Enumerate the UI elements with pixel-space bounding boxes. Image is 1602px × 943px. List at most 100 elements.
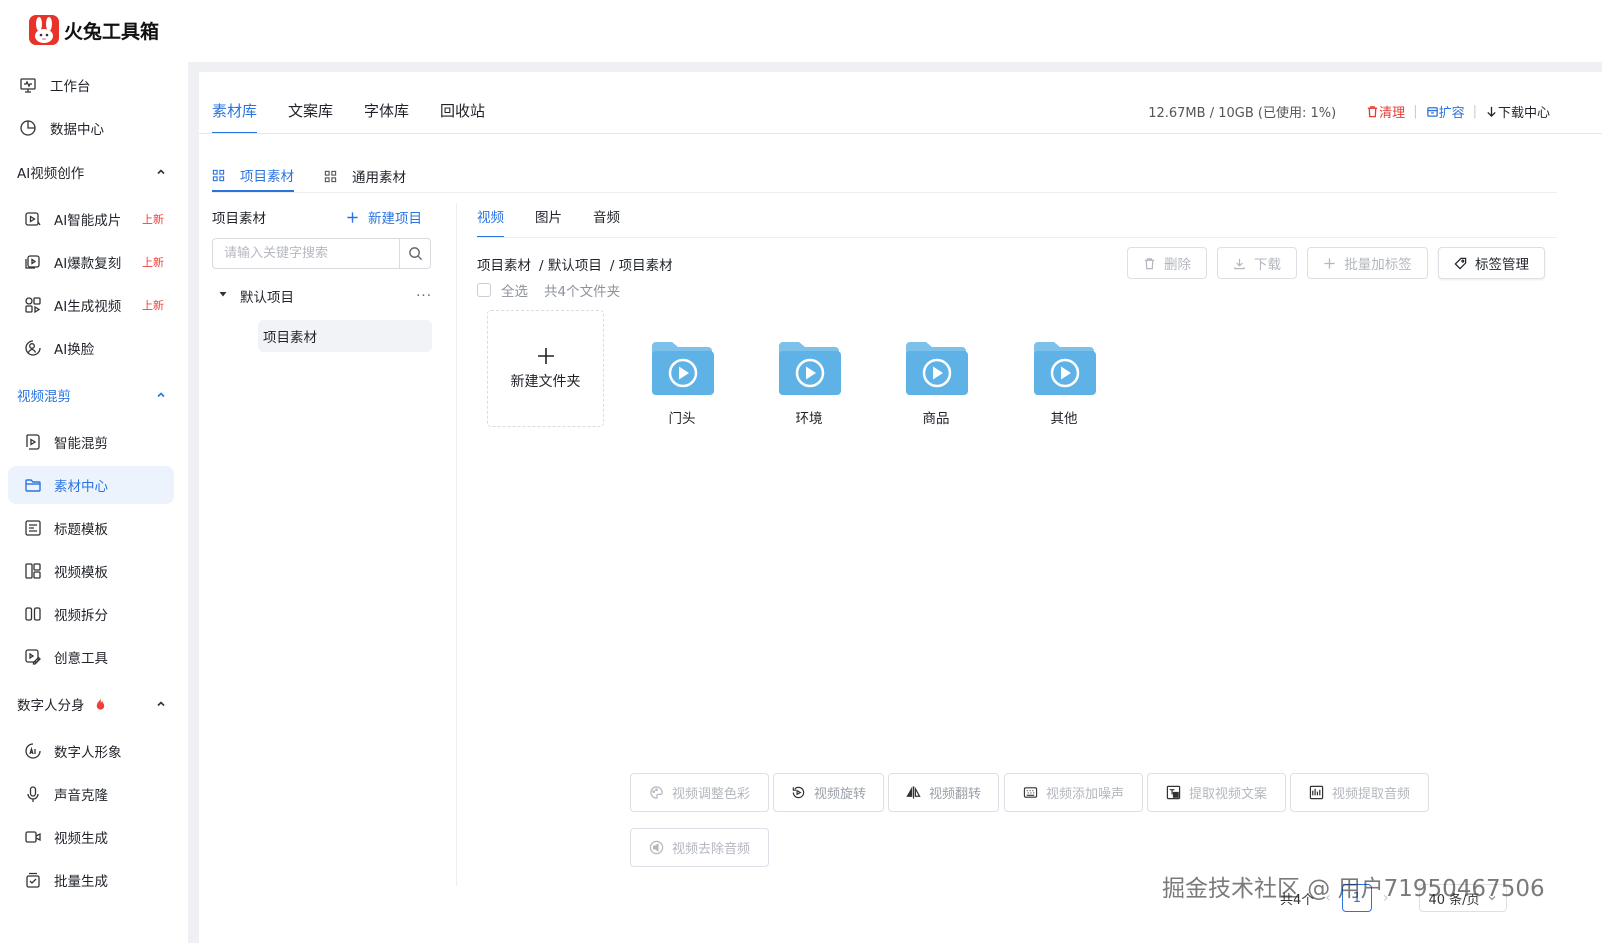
app-logo[interactable]: 火兔工具箱 <box>29 15 159 45</box>
sidebar-item-label: 工作台 <box>50 79 91 95</box>
select-all-checkbox[interactable] <box>477 283 491 297</box>
sidebar-item-ai-copy[interactable]: AI爆款复刻 上新 <box>8 243 174 281</box>
sidebar-item-label: 标题模板 <box>54 522 108 538</box>
sidebar-item-ai-smart-film[interactable]: AI智能成片 上新 <box>8 200 174 238</box>
fire-icon <box>93 697 108 712</box>
sidebar-item-digital-avatar[interactable]: 数字人形象 <box>8 732 174 770</box>
sidebar-item-label: 声音克隆 <box>54 788 108 804</box>
tab-video[interactable]: 视频 <box>477 206 504 238</box>
tab-font-library[interactable]: 字体库 <box>364 100 409 134</box>
tab-recycle-bin[interactable]: 回收站 <box>440 100 485 134</box>
sidebar-item-label: 素材中心 <box>54 479 108 495</box>
folder-label: 门头 <box>668 411 696 427</box>
download-center-button[interactable]: 下载中心 <box>1485 102 1550 121</box>
chevron-up-icon <box>155 166 167 178</box>
tool-label: 视频去除音频 <box>671 842 750 857</box>
tool-flip-button[interactable]: 视频翻转 <box>888 773 999 812</box>
tool-add-noise-button[interactable]: 视频添加噪声 <box>1004 773 1143 812</box>
sidebar-item-ai-face-swap[interactable]: AI换脸 <box>8 329 174 367</box>
tab-audio[interactable]: 音频 <box>593 206 620 238</box>
folder-item[interactable]: 其他 <box>1031 340 1097 427</box>
new-project-button[interactable]: 新建项目 <box>346 207 422 227</box>
tool-color-adjust-button[interactable]: 视频调整色彩 <box>630 773 769 812</box>
new-project-label: 新建项目 <box>368 211 422 227</box>
plus-icon <box>537 347 554 364</box>
sidebar-item-label: AI换脸 <box>54 342 95 358</box>
breadcrumb: 项目素材 / 默认项目 / 项目素材 <box>477 254 673 274</box>
tool-remove-audio-button[interactable]: 视频去除音频 <box>630 828 769 867</box>
tool-extract-copy-button[interactable]: 提取视频文案 <box>1147 773 1286 812</box>
sidebar-item-video-generate[interactable]: 视频生成 <box>8 818 174 856</box>
camera-icon <box>24 828 42 846</box>
new-folder-card[interactable]: 新建文件夹 <box>487 310 604 427</box>
video-folder-icon <box>779 342 841 395</box>
new-badge: 上新 <box>142 256 164 269</box>
video-folder-icon <box>652 342 714 395</box>
flip-icon <box>906 786 921 799</box>
app-title: 火兔工具箱 <box>64 20 160 43</box>
download-icon <box>1234 258 1245 269</box>
sidebar-section-ai-video[interactable]: AI视频创作 <box>17 160 167 184</box>
smart-edit-icon <box>24 433 42 451</box>
tool-rotate-button[interactable]: 视频旋转 <box>773 773 884 812</box>
sidebar-item-ai-generate-video[interactable]: AI生成视频 上新 <box>8 286 174 324</box>
action-buttons: 删除 下载 批量加标签 标签管理 <box>1127 247 1555 279</box>
delete-button[interactable]: 删除 <box>1127 247 1207 279</box>
sidebar-item-smart-mix[interactable]: 智能混剪 <box>8 423 174 461</box>
folder-item[interactable]: 环境 <box>776 340 842 427</box>
new-badge: 上新 <box>142 299 164 312</box>
rotate-icon <box>792 786 805 799</box>
more-icon[interactable]: ··· <box>416 288 432 304</box>
sidebar-item-batch-generate[interactable]: 批量生成 <box>8 861 174 899</box>
folder-item[interactable]: 商品 <box>903 340 969 427</box>
tab-image[interactable]: 图片 <box>535 206 562 238</box>
expand-label: 扩容 <box>1438 106 1465 121</box>
search-button[interactable] <box>399 239 430 268</box>
search-input[interactable] <box>213 239 399 268</box>
download-button[interactable]: 下载 <box>1217 247 1297 279</box>
sidebar-item-label: AI智能成片 <box>54 213 122 229</box>
ai-video-icon <box>24 210 42 228</box>
tab-common-material[interactable]: 通用素材 <box>324 160 406 192</box>
download-center-label: 下载中心 <box>1497 106 1550 121</box>
sidebar-item-label: 创意工具 <box>54 651 108 667</box>
generate-video-icon <box>24 296 42 314</box>
tree-node-default-project[interactable]: 默认项目 ··· <box>219 286 432 306</box>
rabbit-logo-icon <box>29 15 59 45</box>
sidebar-item-voice-clone[interactable]: 声音克隆 <box>8 775 174 813</box>
sidebar-item-label: 视频拆分 <box>54 608 108 624</box>
caret-down-icon <box>219 292 227 297</box>
sidebar-item-workbench[interactable]: 工作台 <box>8 66 174 104</box>
sidebar-item-material-center[interactable]: 素材中心 <box>8 466 174 504</box>
sidebar-section-digital-human[interactable]: 数字人分身 <box>17 692 167 716</box>
section-label: AI视频创作 <box>17 166 85 182</box>
sidebar-item-label: AI爆款复刻 <box>54 256 122 272</box>
download-label: 下载 <box>1254 257 1281 273</box>
sidebar-item-title-template[interactable]: 标题模板 <box>8 509 174 547</box>
sidebar-item-video-split[interactable]: 视频拆分 <box>8 595 174 633</box>
breadcrumb-item[interactable]: / 项目素材 <box>610 254 673 274</box>
sidebar-item-video-template[interactable]: 视频模板 <box>8 552 174 590</box>
tree-node-project-material[interactable]: 项目素材 <box>258 320 432 352</box>
tab-project-material[interactable]: 项目素材 <box>212 160 294 192</box>
breadcrumb-item[interactable]: / 默认项目 <box>539 254 602 274</box>
media-tabs: 视频 图片 音频 <box>477 206 651 238</box>
tool-label: 视频提取音频 <box>1331 787 1410 802</box>
select-all-label[interactable]: 全选 <box>501 280 528 300</box>
clean-button[interactable]: 清理 <box>1366 102 1405 121</box>
section-label: 数字人分身 <box>17 698 85 714</box>
tab-copy-library[interactable]: 文案库 <box>288 100 333 134</box>
copy-video-icon <box>24 253 42 271</box>
folder-item[interactable]: 门头 <box>649 340 715 427</box>
batch-tag-button[interactable]: 批量加标签 <box>1307 247 1428 279</box>
title-template-icon <box>24 519 42 537</box>
tab-material-library[interactable]: 素材库 <box>212 100 258 134</box>
tag-manage-button[interactable]: 标签管理 <box>1438 247 1545 279</box>
breadcrumb-item[interactable]: 项目素材 <box>477 254 531 274</box>
sidebar-item-creative-tool[interactable]: 创意工具 <box>8 638 174 676</box>
folder-label: 其他 <box>1050 411 1078 427</box>
tool-extract-audio-button[interactable]: 视频提取音频 <box>1290 773 1429 812</box>
sidebar-item-data-center[interactable]: 数据中心 <box>8 109 174 147</box>
sidebar-section-video-mix[interactable]: 视频混剪 <box>17 383 167 407</box>
expand-button[interactable]: 扩容 <box>1426 102 1465 121</box>
